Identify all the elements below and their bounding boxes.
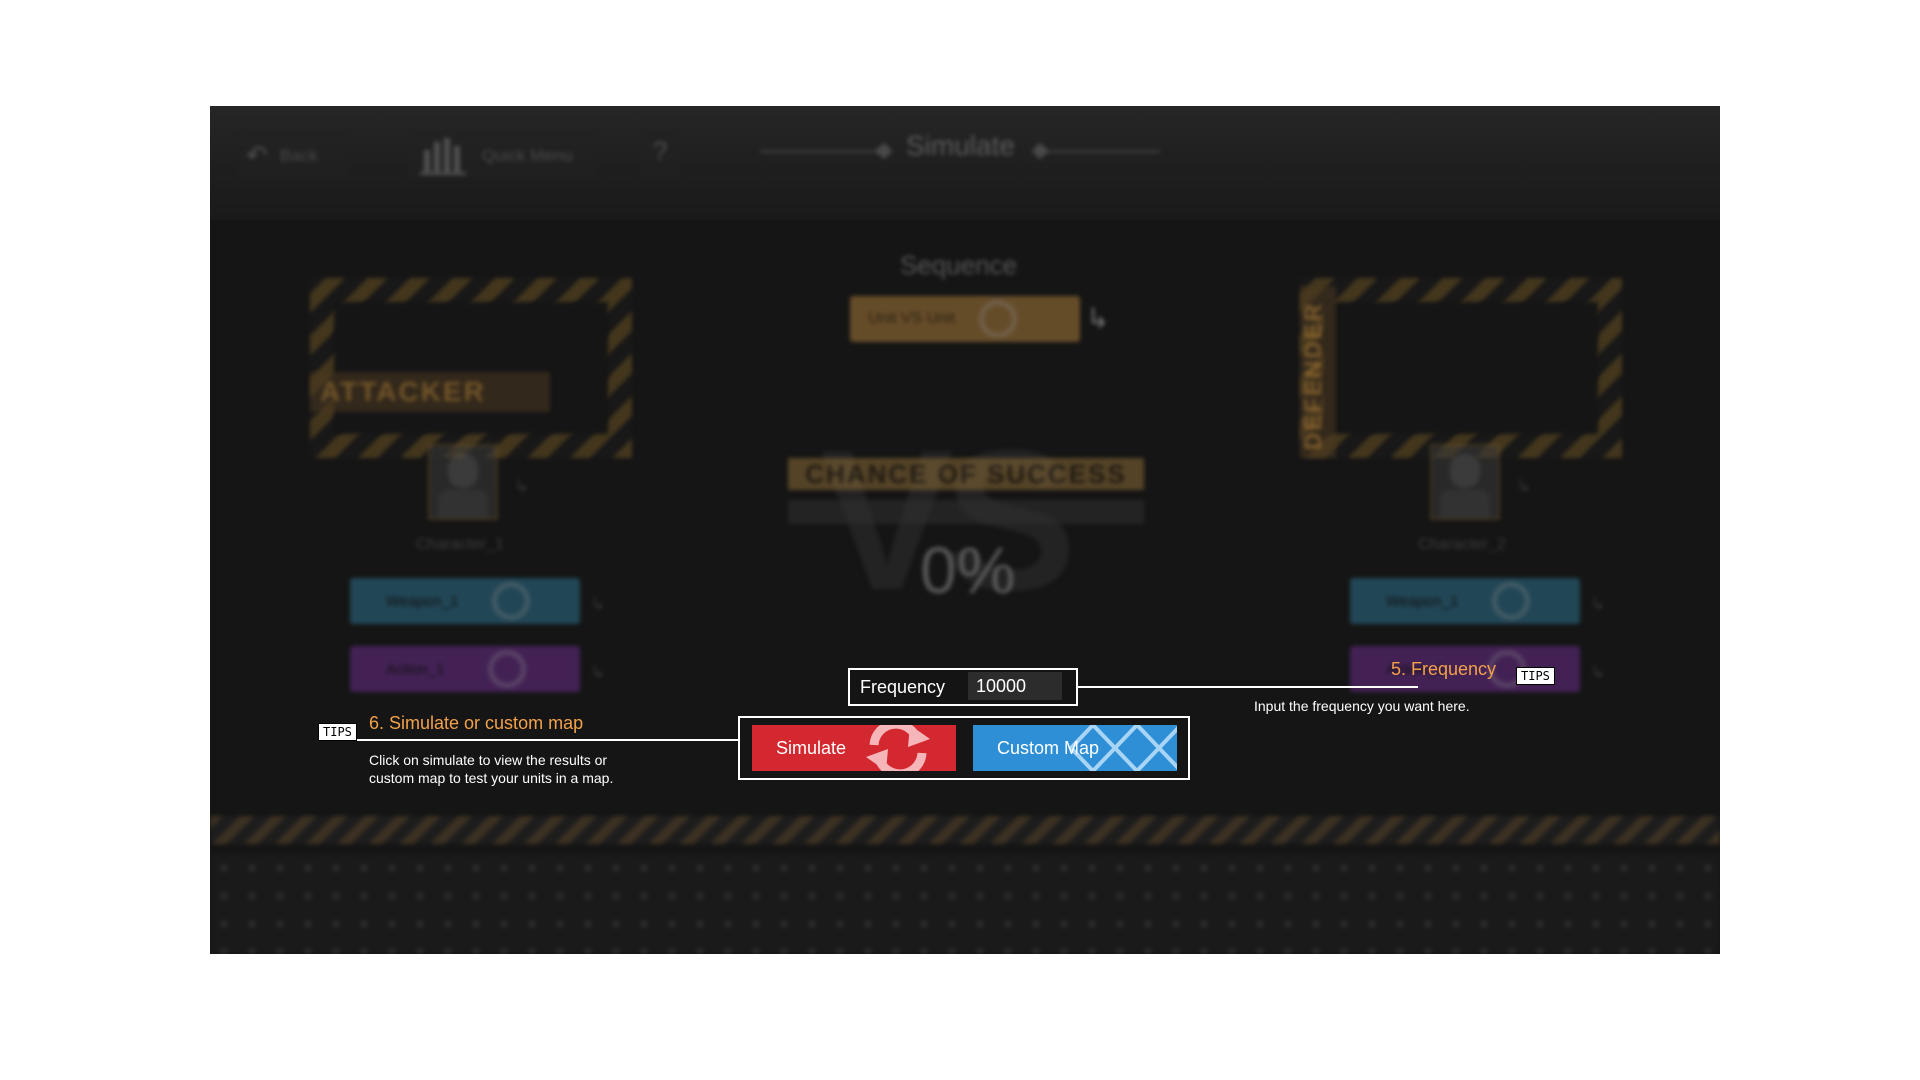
frequency-tip-desc: Input the frequency you want here. [1254,698,1470,714]
simulate-button[interactable]: Simulate [752,725,956,771]
attacker-frame-inner [334,302,608,434]
back-label: Back [279,145,318,165]
chance-heading: CHANCE OF SUCCESS [788,458,1144,490]
attacker-action-label: Action_1 [386,660,445,678]
attacker-portrait[interactable] [428,444,498,520]
bottom-hazard-stripe [210,816,1720,844]
attacker-weapon-label: Weapon_1 [386,592,459,610]
search-icon [979,300,1018,338]
frequency-input[interactable] [968,672,1062,700]
defender-swap-arrow-icon[interactable]: ↳ [1516,476,1531,497]
title-divider-left [760,150,880,153]
simulate-tips-badge: TIPS [318,723,357,741]
sequence-swap-arrow-icon[interactable]: ↳ [1086,302,1109,335]
page-title: Simulate [906,130,1015,161]
defender-action-arrow-icon[interactable]: ↳ [1590,662,1605,683]
chance-progress-bar [788,500,1144,524]
custom-map-label: Custom Map [997,737,1100,758]
search-icon [1492,582,1531,620]
title-diamond-left [875,142,893,160]
bar-chart-icon [420,138,466,175]
search-icon [488,650,527,688]
attacker-badge: ATTACKER [310,372,550,412]
simulate-tip-connector [356,739,740,741]
attacker-action-slot[interactable]: Action_1 [350,646,580,692]
quick-menu-button[interactable]: Quick Menu [420,136,573,176]
chance-value: 0% [920,533,1016,607]
defender-frame-inner [1324,302,1598,434]
sequence-heading: Sequence [900,250,1018,280]
attacker-swap-arrow-icon[interactable]: ↳ [514,476,529,497]
attacker-weapon-slot[interactable]: Weapon_1 [350,578,580,624]
frequency-tip-title: 5. Frequency [1391,659,1497,679]
sequence-selector[interactable]: Unit VS Unit [850,296,1080,342]
defender-weapon-arrow-icon[interactable]: ↳ [1590,594,1605,615]
top-bar: ↶ Back Quick Menu ? Simulate [210,106,1720,220]
simulate-tip-desc-line1: Click on simulate to view the results or [369,752,608,768]
back-button[interactable]: ↶ Back [246,140,318,171]
quick-menu-label: Quick Menu [482,146,573,165]
frequency-label: Frequency [860,677,946,697]
back-arrow-icon: ↶ [246,140,268,170]
search-icon [492,582,531,620]
custom-map-button[interactable]: Custom Map [973,725,1177,771]
defender-badge: DEFENDER [1300,301,1327,450]
game-frame: ↶ Back Quick Menu ? Simulate Sequence Un… [210,106,1720,954]
attacker-action-arrow-icon[interactable]: ↳ [590,662,605,683]
defender-character-name: Character_2 [1418,536,1507,553]
defender-weapon-slot[interactable]: Weapon_1 [1350,578,1580,624]
frequency-tip-connector [1078,686,1418,688]
defender-portrait[interactable] [1430,444,1500,520]
frequency-tips-badge: TIPS [1516,667,1555,685]
sequence-selector-label: Unit VS Unit [868,310,956,327]
attacker-character-name: Character_1 [416,536,505,553]
help-button[interactable]: ? [653,136,667,167]
refresh-icon [866,725,931,771]
defender-weapon-label: Weapon_1 [1386,592,1459,610]
simulate-tip-title: 6. Simulate or custom map [369,713,584,733]
title-divider-right [1040,150,1160,153]
simulate-label: Simulate [776,737,847,758]
simulate-tip-desc-line2: custom map to test your units in a map. [369,770,614,786]
bottom-dot-grid [210,854,1720,954]
attacker-weapon-arrow-icon[interactable]: ↳ [590,594,605,615]
